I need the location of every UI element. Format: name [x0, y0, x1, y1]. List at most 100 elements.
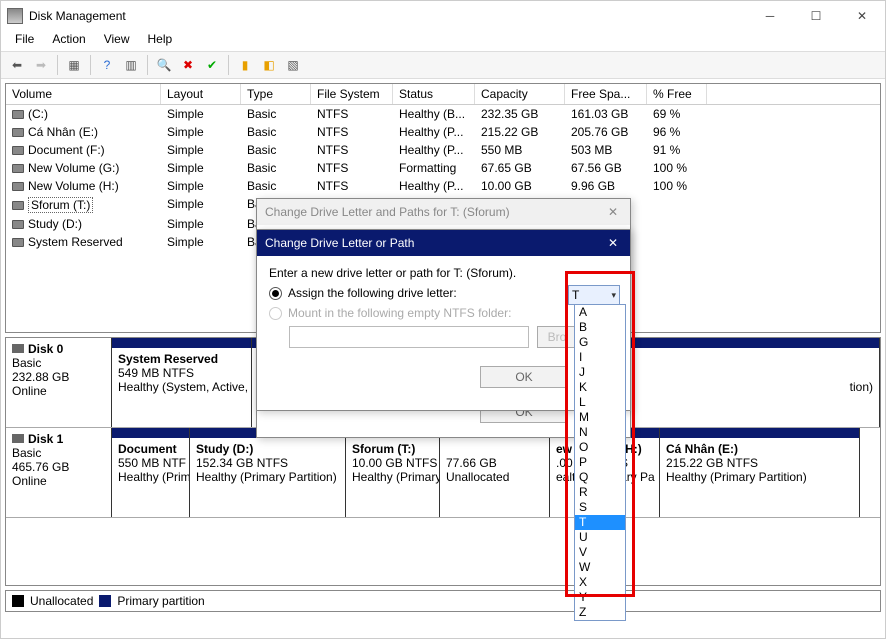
- disk-management-window: Disk Management ─ ☐ ✕ File Action View H…: [0, 0, 886, 639]
- partition[interactable]: Study (D:)152.34 GB NTFSHealthy (Primary…: [190, 428, 346, 517]
- disk-1-block: Disk 1 Basic 465.76 GB Online Document55…: [6, 428, 880, 518]
- menubar: File Action View Help: [1, 31, 885, 51]
- drive-letter-option[interactable]: X: [575, 575, 625, 590]
- legend-unallocated-swatch: [12, 595, 24, 607]
- menu-file[interactable]: File: [7, 31, 42, 51]
- col-percent-free[interactable]: % Free: [647, 84, 707, 104]
- menu-action[interactable]: Action: [44, 31, 93, 51]
- tool-icon[interactable]: ◧: [259, 55, 279, 75]
- legend-primary-label: Primary partition: [117, 594, 204, 608]
- col-capacity[interactable]: Capacity: [475, 84, 565, 104]
- mount-path-input: [289, 326, 529, 348]
- volume-row[interactable]: Document (F:) SimpleBasicNTFS Healthy (P…: [6, 141, 880, 159]
- drive-icon: [12, 201, 24, 210]
- partition[interactable]: Sforum (T:)10.00 GB NTFSHealthy (Primary…: [346, 428, 440, 517]
- drive-letter-option[interactable]: W: [575, 560, 625, 575]
- drive-letter-selected: T: [572, 288, 579, 302]
- help-icon[interactable]: ?: [97, 55, 117, 75]
- drive-letter-option[interactable]: V: [575, 545, 625, 560]
- dialog-titlebar: Change Drive Letter and Paths for T: (Sf…: [257, 199, 630, 225]
- dialog-prompt: Enter a new drive letter or path for T: …: [269, 266, 618, 280]
- col-status[interactable]: Status: [393, 84, 475, 104]
- new-volume-icon[interactable]: ▮: [235, 55, 255, 75]
- drive-letter-option[interactable]: T: [575, 515, 625, 530]
- statusbar: [1, 616, 885, 638]
- drive-letter-option[interactable]: P: [575, 455, 625, 470]
- col-filesystem[interactable]: File System: [311, 84, 393, 104]
- minimize-button[interactable]: ─: [747, 1, 793, 31]
- volume-row[interactable]: Cá Nhân (E:) SimpleBasicNTFS Healthy (P.…: [6, 123, 880, 141]
- volume-table-header: Volume Layout Type File System Status Ca…: [6, 84, 880, 105]
- legend: Unallocated Primary partition: [5, 590, 881, 612]
- radio-assign-letter[interactable]: Assign the following drive letter:: [269, 286, 618, 300]
- forward-button[interactable]: ➡: [31, 55, 51, 75]
- disk-0-label[interactable]: Disk 0 Basic 232.88 GB Online: [6, 338, 112, 427]
- drive-letter-option[interactable]: O: [575, 440, 625, 455]
- table-view-icon[interactable]: ▦: [64, 55, 84, 75]
- col-layout[interactable]: Layout: [161, 84, 241, 104]
- back-button[interactable]: ⬅: [7, 55, 27, 75]
- drive-letter-option[interactable]: Y: [575, 590, 625, 605]
- volume-row[interactable]: New Volume (G:) SimpleBasicNTFS Formatti…: [6, 159, 880, 177]
- col-volume[interactable]: Volume: [6, 84, 161, 104]
- radio-dot-icon: [269, 307, 282, 320]
- drive-icon: [12, 238, 24, 247]
- dialog-title: Change Drive Letter and Paths for T: (Sf…: [265, 205, 604, 219]
- drive-letter-option[interactable]: U: [575, 530, 625, 545]
- drive-letter-option[interactable]: I: [575, 350, 625, 365]
- partition-system-reserved[interactable]: System Reserved 549 MB NTFS Healthy (Sys…: [112, 338, 252, 427]
- browse-button[interactable]: Bro: [537, 326, 577, 348]
- options-icon[interactable]: ▧: [283, 55, 303, 75]
- drive-letter-option[interactable]: Z: [575, 605, 625, 620]
- dialog-title: Change Drive Letter or Path: [265, 236, 604, 250]
- check-icon[interactable]: ✔: [202, 55, 222, 75]
- drive-letter-dropdown[interactable]: ABGIJKLMNOPQRSTUVWXYZ: [574, 304, 626, 621]
- drive-letter-option[interactable]: L: [575, 395, 625, 410]
- volume-row[interactable]: New Volume (H:) SimpleBasicNTFS Healthy …: [6, 177, 880, 195]
- radio-mount-folder[interactable]: Mount in the following empty NTFS folder…: [269, 306, 618, 320]
- toolbar: ⬅ ➡ ▦ ? ▥ 🔍 ✖ ✔ ▮ ◧ ▧: [1, 51, 885, 79]
- drive-letter-option[interactable]: R: [575, 485, 625, 500]
- drive-icon: [12, 128, 24, 137]
- col-freespace[interactable]: Free Spa...: [565, 84, 647, 104]
- drive-letter-option[interactable]: J: [575, 365, 625, 380]
- dialog-close-button[interactable]: ✕: [604, 205, 622, 219]
- partition[interactable]: Cá Nhân (E:)215.22 GB NTFSHealthy (Prima…: [660, 428, 860, 517]
- menu-view[interactable]: View: [96, 31, 138, 51]
- radio-dot-selected-icon: [269, 287, 282, 300]
- titlebar: Disk Management ─ ☐ ✕: [1, 1, 885, 31]
- window-title: Disk Management: [29, 9, 747, 23]
- menu-help[interactable]: Help: [140, 31, 181, 51]
- drive-letter-option[interactable]: B: [575, 320, 625, 335]
- drive-letter-option[interactable]: N: [575, 425, 625, 440]
- disk-icon: [12, 434, 24, 443]
- delete-icon[interactable]: ✖: [178, 55, 198, 75]
- drive-letter-option[interactable]: A: [575, 305, 625, 320]
- dialog-titlebar: Change Drive Letter or Path ✕: [257, 230, 630, 256]
- partition[interactable]: Document550 MB NTFHealthy (Prim: [112, 428, 190, 517]
- partition[interactable]: 77.66 GBUnallocated: [440, 428, 550, 517]
- drive-letter-option[interactable]: M: [575, 410, 625, 425]
- drive-letter-option[interactable]: K: [575, 380, 625, 395]
- drive-icon: [12, 110, 24, 119]
- drive-letter-option[interactable]: G: [575, 335, 625, 350]
- inner-ok-button[interactable]: OK: [480, 366, 568, 388]
- volume-row[interactable]: (C:) SimpleBasicNTFS Healthy (B...232.35…: [6, 105, 880, 123]
- legend-primary-swatch: [99, 595, 111, 607]
- drive-letter-option[interactable]: Q: [575, 470, 625, 485]
- drive-icon: [12, 182, 24, 191]
- close-button[interactable]: ✕: [839, 1, 885, 31]
- drive-icon: [12, 146, 24, 155]
- col-type[interactable]: Type: [241, 84, 311, 104]
- drive-letter-combo[interactable]: T ▾: [568, 285, 620, 305]
- drive-letter-option[interactable]: S: [575, 500, 625, 515]
- dialog-close-button[interactable]: ✕: [604, 236, 622, 250]
- drive-icon: [12, 164, 24, 173]
- disk-1-label[interactable]: Disk 1 Basic 465.76 GB Online: [6, 428, 112, 517]
- chevron-down-icon: ▾: [611, 290, 616, 301]
- disk-icon: [12, 344, 24, 353]
- grid-icon[interactable]: ▥: [121, 55, 141, 75]
- find-icon[interactable]: 🔍: [154, 55, 174, 75]
- app-icon: [7, 8, 23, 24]
- maximize-button[interactable]: ☐: [793, 1, 839, 31]
